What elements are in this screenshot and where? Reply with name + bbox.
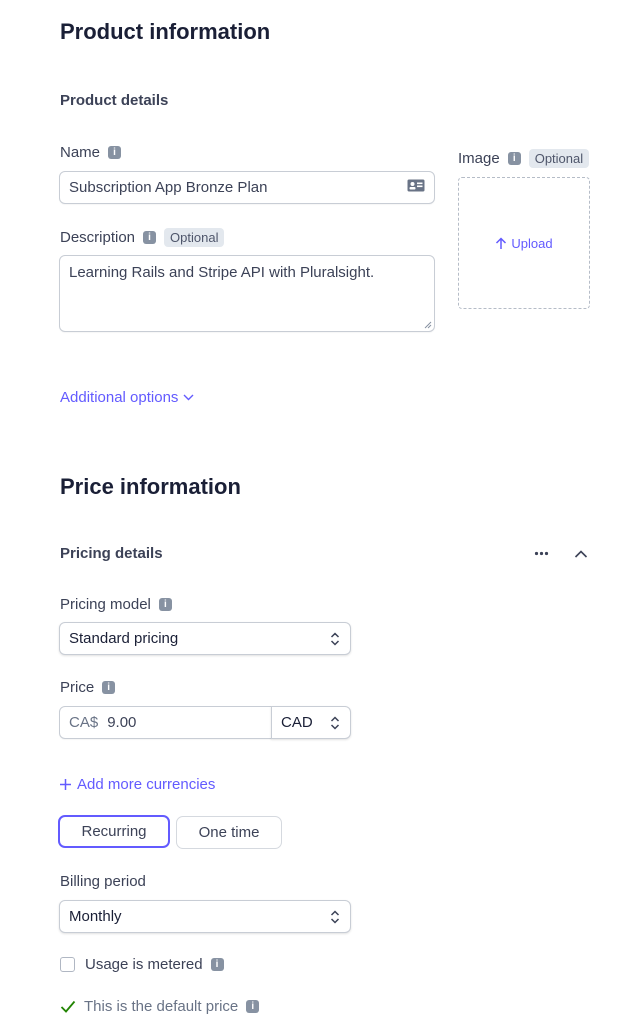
- price-amount-value: 9.00: [107, 714, 137, 731]
- additional-options-link[interactable]: Additional options: [60, 389, 194, 406]
- image-label-text: Image: [458, 150, 500, 167]
- description-textarea-value: Learning Rails and Stripe API with Plura…: [69, 264, 375, 281]
- name-input-value: Subscription App Bronze Plan: [69, 179, 268, 196]
- product-information-heading: Product information: [60, 19, 271, 44]
- billing-period-value: Monthly: [69, 908, 122, 925]
- description-textarea[interactable]: Learning Rails and Stripe API with Plura…: [59, 255, 435, 332]
- info-icon[interactable]: i: [102, 681, 116, 694]
- pricing-details-heading: Pricing details: [60, 545, 163, 562]
- select-arrows-icon: [329, 909, 341, 925]
- image-optional-badge: Optional: [528, 149, 590, 168]
- info-icon[interactable]: i: [158, 598, 172, 611]
- select-arrows-icon: [329, 631, 341, 647]
- default-price-row: This is the default price i: [60, 998, 260, 1015]
- resize-handle-icon[interactable]: [424, 321, 432, 329]
- info-icon[interactable]: i: [507, 152, 521, 165]
- usage-metered-label: Usage is metered: [85, 956, 203, 973]
- info-icon[interactable]: i: [143, 231, 157, 244]
- image-upload-dropzone[interactable]: Upload: [458, 177, 590, 309]
- image-label: Image i Optional: [458, 149, 590, 168]
- add-more-currencies-text: Add more currencies: [77, 776, 216, 793]
- pricing-model-select[interactable]: Standard pricing: [59, 622, 351, 655]
- pricing-model-label-text: Pricing model: [60, 596, 151, 613]
- arrow-up-icon: [496, 236, 507, 249]
- check-icon: [60, 1000, 76, 1013]
- optional-badge: Optional: [164, 228, 225, 247]
- one-time-toggle-button[interactable]: One time: [176, 816, 282, 849]
- name-input[interactable]: Subscription App Bronze Plan: [59, 171, 435, 204]
- default-price-label: This is the default price: [84, 998, 239, 1015]
- upload-label: Upload: [511, 235, 553, 251]
- currency-prefix: CA$: [69, 714, 99, 731]
- currency-select[interactable]: CAD: [271, 706, 351, 739]
- pricing-model-label: Pricing model i: [60, 596, 172, 613]
- billing-period-select[interactable]: Monthly: [59, 900, 351, 933]
- price-information-heading: Price information: [60, 474, 241, 499]
- recurring-toggle-button[interactable]: Recurring: [58, 815, 170, 848]
- info-icon[interactable]: i: [246, 1000, 260, 1013]
- name-label: Name i: [60, 144, 122, 161]
- select-arrows-icon: [329, 715, 341, 731]
- price-label: Price i: [60, 679, 116, 696]
- more-horizontal-icon[interactable]: [534, 546, 549, 566]
- chevron-up-icon[interactable]: [574, 546, 588, 564]
- contact-card-icon[interactable]: [407, 179, 425, 196]
- name-label-text: Name: [60, 144, 101, 161]
- info-icon[interactable]: i: [210, 958, 224, 971]
- chevron-down-icon: [183, 394, 194, 401]
- usage-metered-checkbox[interactable]: [60, 957, 75, 972]
- plus-icon: [60, 779, 71, 790]
- additional-options-text: Additional options: [60, 389, 179, 406]
- currency-value: CAD: [281, 714, 313, 731]
- usage-metered-row: Usage is metered i: [60, 956, 224, 973]
- billing-period-label: Billing period: [60, 873, 146, 890]
- info-icon[interactable]: i: [108, 146, 122, 159]
- add-more-currencies-link[interactable]: Add more currencies: [59, 776, 215, 793]
- price-amount-input[interactable]: CA$ 9.00: [59, 706, 272, 739]
- product-details-heading: Product details: [60, 92, 169, 109]
- pricing-model-value: Standard pricing: [69, 630, 179, 647]
- price-label-text: Price: [60, 679, 95, 696]
- description-label-text: Description: [60, 229, 136, 246]
- description-label: Description i Optional: [60, 228, 225, 247]
